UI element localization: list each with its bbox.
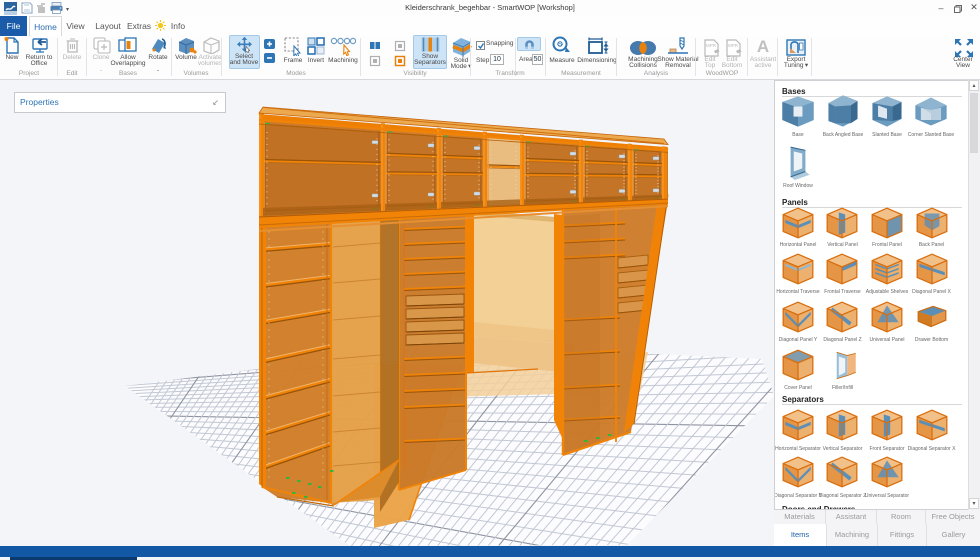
svg-text:MPR: MPR [728,43,739,48]
svg-text:MPR: MPR [706,43,717,48]
svg-text:S: S [558,42,562,48]
svg-text:A: A [757,37,769,56]
